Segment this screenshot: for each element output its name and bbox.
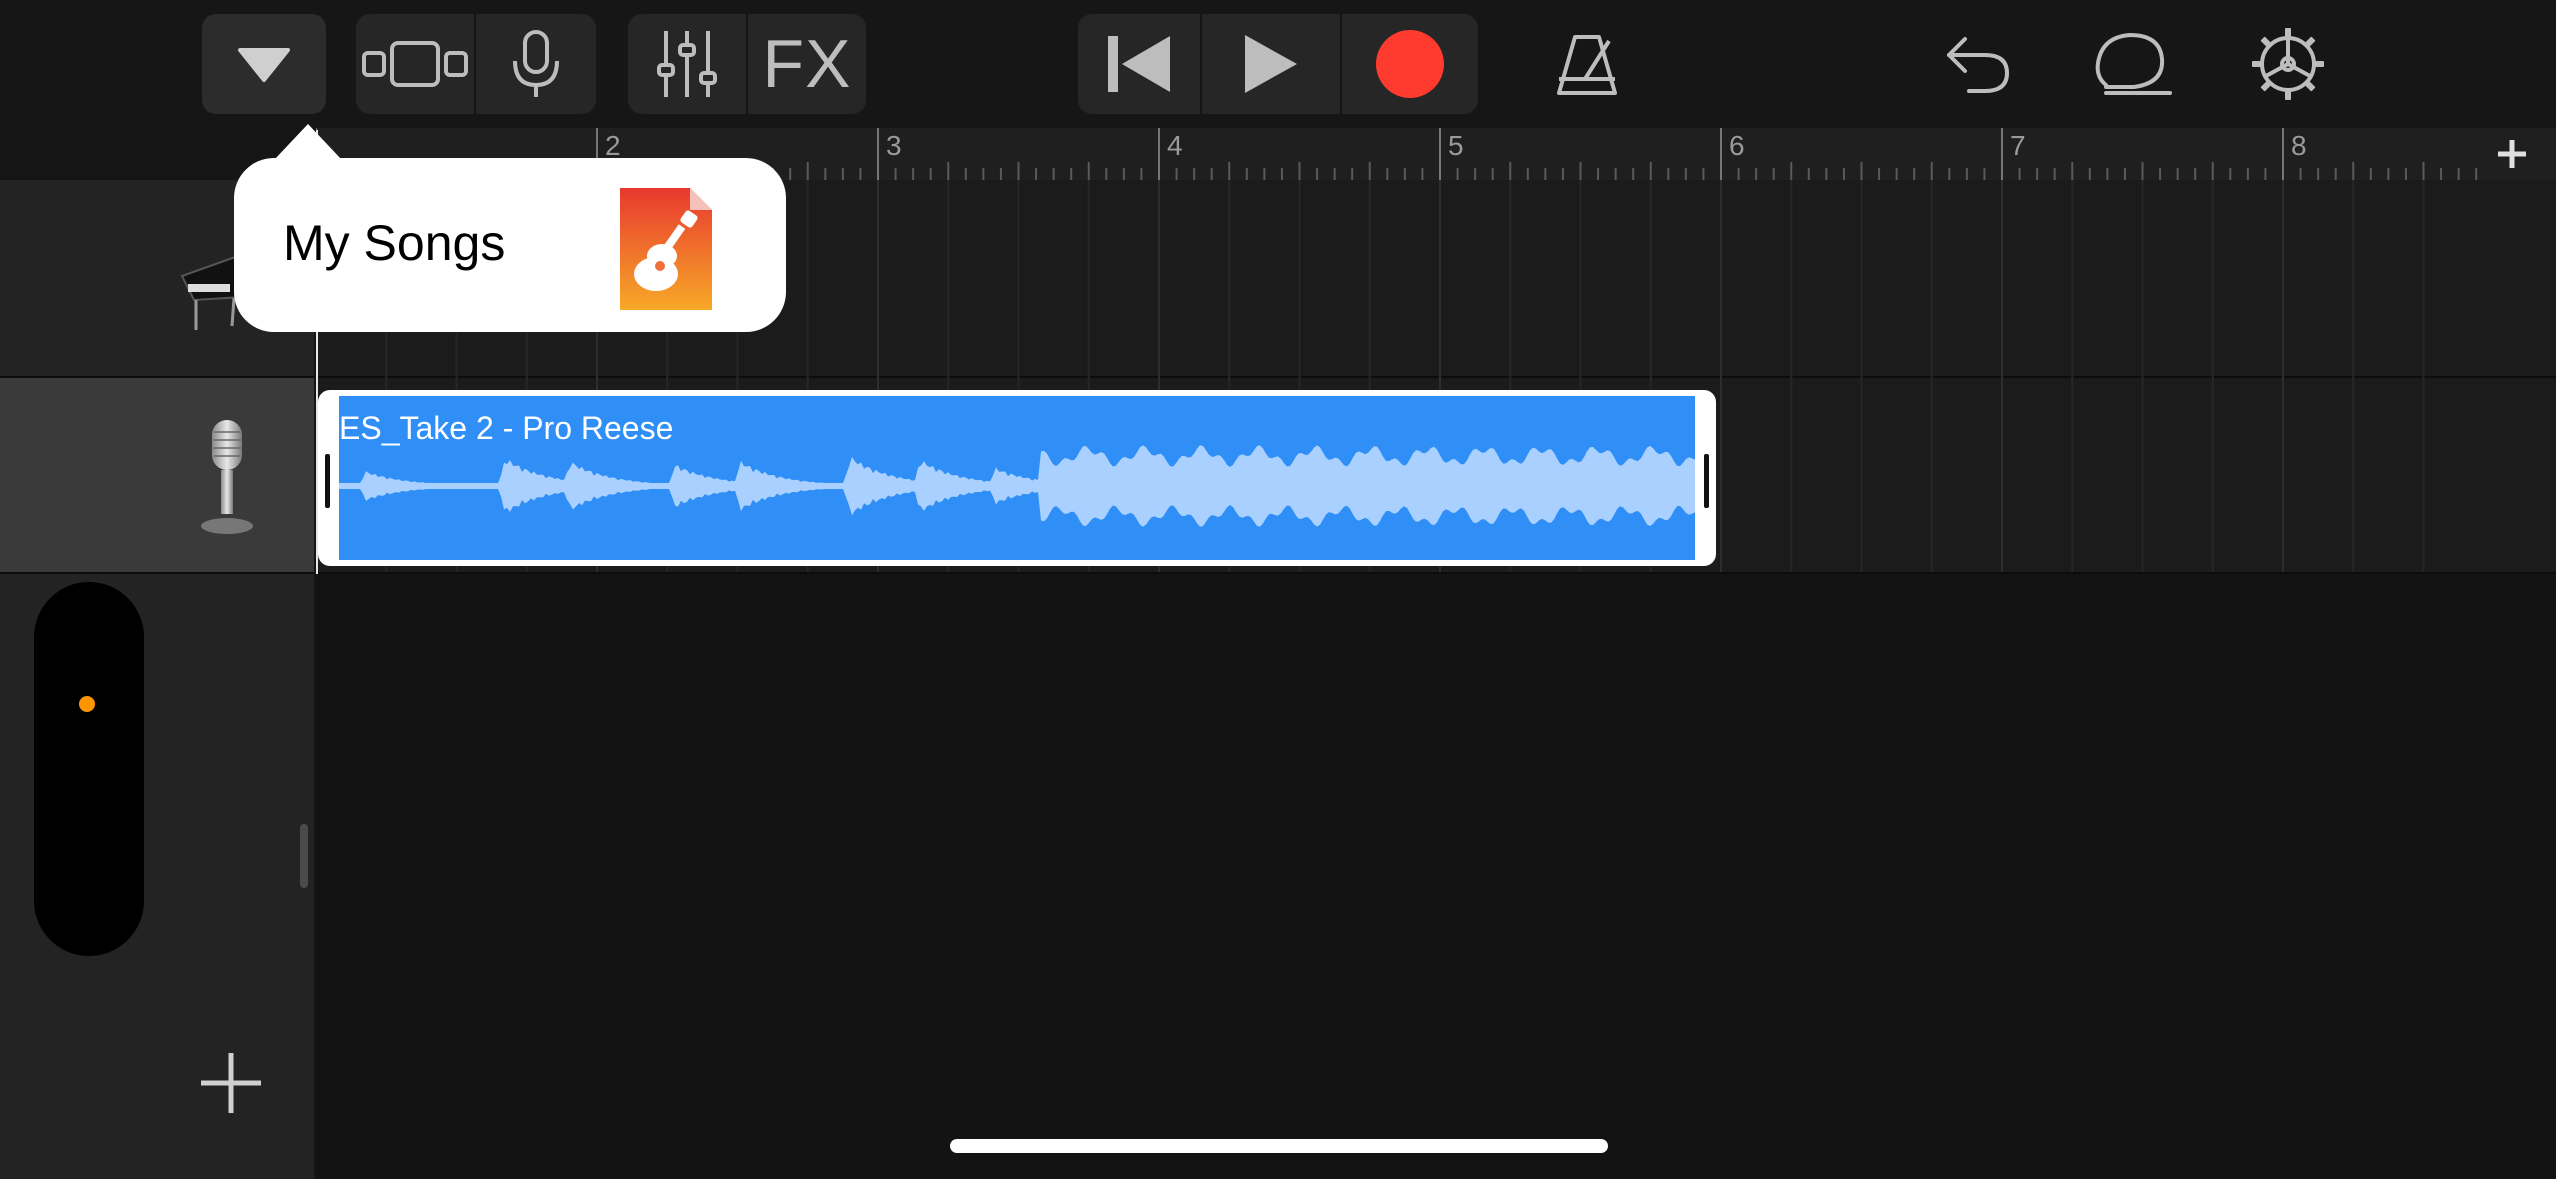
track-volume-indicator — [79, 696, 95, 712]
mixer-icon — [657, 31, 717, 97]
mixer-button[interactable] — [628, 14, 746, 114]
fx-button[interactable]: FX — [748, 14, 866, 114]
fx-label: FX — [762, 26, 852, 102]
settings-icon — [2252, 28, 2324, 100]
my-songs-popover[interactable]: My Songs — [234, 124, 786, 332]
bar-number: 6 — [1729, 130, 1745, 161]
tracks-view-button[interactable] — [356, 14, 474, 114]
add-track-icon[interactable] — [198, 1050, 264, 1116]
region-left-trim-handle[interactable] — [325, 454, 330, 508]
control-bar: FX — [0, 0, 2556, 128]
bar-number: 5 — [1448, 130, 1464, 161]
microphone-button[interactable] — [476, 14, 596, 114]
bar-number: 8 — [2291, 130, 2307, 161]
bar-number: 7 — [2010, 130, 2026, 161]
my-songs-label: My Songs — [283, 215, 506, 271]
play-button[interactable] — [1202, 14, 1340, 114]
play-icon — [1245, 35, 1297, 93]
waveform-path — [339, 445, 1695, 527]
my-songs-button[interactable] — [202, 14, 326, 114]
undo-icon — [1947, 37, 2010, 93]
chevron-down-icon — [238, 48, 290, 82]
popover-arrow — [274, 124, 342, 160]
microphone-icon — [201, 420, 253, 534]
add-section-icon[interactable] — [2496, 138, 2528, 170]
go-to-beginning-button[interactable] — [1078, 14, 1200, 114]
metronome-button[interactable] — [1540, 14, 1634, 114]
view-group — [356, 14, 596, 114]
bar-number: 4 — [1167, 130, 1183, 161]
transport-group — [1078, 14, 1478, 114]
track-controls-pill[interactable] — [34, 582, 144, 956]
garageband-document-icon — [620, 188, 712, 310]
home-indicator — [950, 1139, 1608, 1153]
go-to-beginning-icon — [1108, 36, 1170, 92]
settings-button[interactable] — [2248, 14, 2328, 114]
microphone-icon — [513, 30, 559, 97]
track-header-audio-recorder[interactable] — [0, 378, 314, 574]
record-button[interactable] — [1342, 14, 1478, 114]
bar-number: 3 — [886, 130, 902, 161]
loop-browser-button[interactable] — [2090, 14, 2176, 114]
loop-icon — [2095, 32, 2172, 95]
mix-group: FX — [628, 14, 866, 114]
waveform — [339, 445, 1695, 527]
record-icon — [1376, 30, 1444, 98]
track-list-scrollbar[interactable] — [300, 824, 308, 888]
region-right-trim-handle[interactable] — [1704, 454, 1709, 508]
metronome-icon — [1557, 35, 1617, 95]
audio-region[interactable]: ES_Take 2 - Pro Reese — [318, 390, 1716, 566]
undo-button[interactable] — [1934, 14, 2022, 114]
tracks-view-icon — [362, 41, 468, 87]
